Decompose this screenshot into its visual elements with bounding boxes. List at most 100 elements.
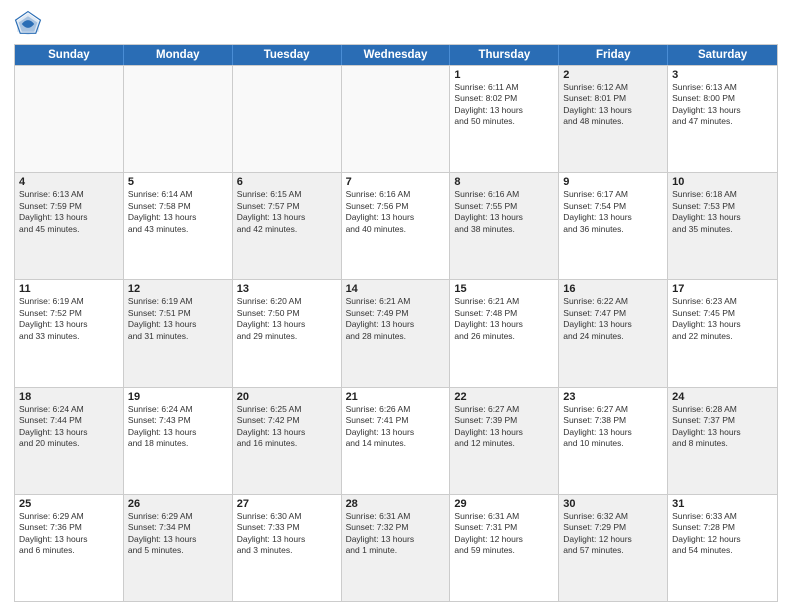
day-cell-30: 30Sunrise: 6:32 AM Sunset: 7:29 PM Dayli… bbox=[559, 495, 668, 601]
calendar-week-2: 4Sunrise: 6:13 AM Sunset: 7:59 PM Daylig… bbox=[15, 172, 777, 279]
day-info: Sunrise: 6:17 AM Sunset: 7:54 PM Dayligh… bbox=[563, 189, 663, 235]
day-cell-25: 25Sunrise: 6:29 AM Sunset: 7:36 PM Dayli… bbox=[15, 495, 124, 601]
day-number: 11 bbox=[19, 283, 119, 295]
day-info: Sunrise: 6:19 AM Sunset: 7:52 PM Dayligh… bbox=[19, 296, 119, 342]
header-day-sunday: Sunday bbox=[15, 45, 124, 65]
logo-icon bbox=[14, 10, 42, 38]
day-info: Sunrise: 6:16 AM Sunset: 7:55 PM Dayligh… bbox=[454, 189, 554, 235]
day-info: Sunrise: 6:32 AM Sunset: 7:29 PM Dayligh… bbox=[563, 511, 663, 557]
day-number: 18 bbox=[19, 391, 119, 403]
day-cell-31: 31Sunrise: 6:33 AM Sunset: 7:28 PM Dayli… bbox=[668, 495, 777, 601]
day-info: Sunrise: 6:12 AM Sunset: 8:01 PM Dayligh… bbox=[563, 82, 663, 128]
day-cell-21: 21Sunrise: 6:26 AM Sunset: 7:41 PM Dayli… bbox=[342, 388, 451, 494]
header-day-wednesday: Wednesday bbox=[342, 45, 451, 65]
day-number: 24 bbox=[672, 391, 773, 403]
day-info: Sunrise: 6:30 AM Sunset: 7:33 PM Dayligh… bbox=[237, 511, 337, 557]
logo bbox=[14, 10, 46, 38]
day-number: 19 bbox=[128, 391, 228, 403]
empty-cell bbox=[342, 66, 451, 172]
day-cell-19: 19Sunrise: 6:24 AM Sunset: 7:43 PM Dayli… bbox=[124, 388, 233, 494]
day-cell-1: 1Sunrise: 6:11 AM Sunset: 8:02 PM Daylig… bbox=[450, 66, 559, 172]
day-info: Sunrise: 6:21 AM Sunset: 7:49 PM Dayligh… bbox=[346, 296, 446, 342]
day-info: Sunrise: 6:20 AM Sunset: 7:50 PM Dayligh… bbox=[237, 296, 337, 342]
calendar-week-5: 25Sunrise: 6:29 AM Sunset: 7:36 PM Dayli… bbox=[15, 494, 777, 601]
day-number: 14 bbox=[346, 283, 446, 295]
day-info: Sunrise: 6:22 AM Sunset: 7:47 PM Dayligh… bbox=[563, 296, 663, 342]
day-cell-3: 3Sunrise: 6:13 AM Sunset: 8:00 PM Daylig… bbox=[668, 66, 777, 172]
day-number: 22 bbox=[454, 391, 554, 403]
empty-cell bbox=[15, 66, 124, 172]
day-info: Sunrise: 6:26 AM Sunset: 7:41 PM Dayligh… bbox=[346, 404, 446, 450]
day-cell-8: 8Sunrise: 6:16 AM Sunset: 7:55 PM Daylig… bbox=[450, 173, 559, 279]
day-info: Sunrise: 6:24 AM Sunset: 7:44 PM Dayligh… bbox=[19, 404, 119, 450]
calendar-header: SundayMondayTuesdayWednesdayThursdayFrid… bbox=[15, 45, 777, 65]
day-cell-18: 18Sunrise: 6:24 AM Sunset: 7:44 PM Dayli… bbox=[15, 388, 124, 494]
day-number: 12 bbox=[128, 283, 228, 295]
day-number: 7 bbox=[346, 176, 446, 188]
day-info: Sunrise: 6:18 AM Sunset: 7:53 PM Dayligh… bbox=[672, 189, 773, 235]
calendar-week-3: 11Sunrise: 6:19 AM Sunset: 7:52 PM Dayli… bbox=[15, 279, 777, 386]
day-info: Sunrise: 6:15 AM Sunset: 7:57 PM Dayligh… bbox=[237, 189, 337, 235]
day-number: 20 bbox=[237, 391, 337, 403]
day-number: 2 bbox=[563, 69, 663, 81]
day-info: Sunrise: 6:19 AM Sunset: 7:51 PM Dayligh… bbox=[128, 296, 228, 342]
day-cell-26: 26Sunrise: 6:29 AM Sunset: 7:34 PM Dayli… bbox=[124, 495, 233, 601]
day-cell-7: 7Sunrise: 6:16 AM Sunset: 7:56 PM Daylig… bbox=[342, 173, 451, 279]
day-cell-4: 4Sunrise: 6:13 AM Sunset: 7:59 PM Daylig… bbox=[15, 173, 124, 279]
day-cell-17: 17Sunrise: 6:23 AM Sunset: 7:45 PM Dayli… bbox=[668, 280, 777, 386]
day-number: 25 bbox=[19, 498, 119, 510]
day-number: 5 bbox=[128, 176, 228, 188]
day-info: Sunrise: 6:11 AM Sunset: 8:02 PM Dayligh… bbox=[454, 82, 554, 128]
day-info: Sunrise: 6:23 AM Sunset: 7:45 PM Dayligh… bbox=[672, 296, 773, 342]
calendar-week-4: 18Sunrise: 6:24 AM Sunset: 7:44 PM Dayli… bbox=[15, 387, 777, 494]
header-day-monday: Monday bbox=[124, 45, 233, 65]
day-number: 8 bbox=[454, 176, 554, 188]
header-day-thursday: Thursday bbox=[450, 45, 559, 65]
day-info: Sunrise: 6:27 AM Sunset: 7:39 PM Dayligh… bbox=[454, 404, 554, 450]
empty-cell bbox=[233, 66, 342, 172]
day-cell-15: 15Sunrise: 6:21 AM Sunset: 7:48 PM Dayli… bbox=[450, 280, 559, 386]
day-number: 28 bbox=[346, 498, 446, 510]
day-cell-9: 9Sunrise: 6:17 AM Sunset: 7:54 PM Daylig… bbox=[559, 173, 668, 279]
day-info: Sunrise: 6:24 AM Sunset: 7:43 PM Dayligh… bbox=[128, 404, 228, 450]
day-number: 10 bbox=[672, 176, 773, 188]
day-cell-29: 29Sunrise: 6:31 AM Sunset: 7:31 PM Dayli… bbox=[450, 495, 559, 601]
day-cell-22: 22Sunrise: 6:27 AM Sunset: 7:39 PM Dayli… bbox=[450, 388, 559, 494]
day-cell-13: 13Sunrise: 6:20 AM Sunset: 7:50 PM Dayli… bbox=[233, 280, 342, 386]
day-number: 29 bbox=[454, 498, 554, 510]
day-number: 30 bbox=[563, 498, 663, 510]
header-day-tuesday: Tuesday bbox=[233, 45, 342, 65]
header-day-friday: Friday bbox=[559, 45, 668, 65]
day-cell-6: 6Sunrise: 6:15 AM Sunset: 7:57 PM Daylig… bbox=[233, 173, 342, 279]
day-number: 1 bbox=[454, 69, 554, 81]
day-cell-14: 14Sunrise: 6:21 AM Sunset: 7:49 PM Dayli… bbox=[342, 280, 451, 386]
empty-cell bbox=[124, 66, 233, 172]
day-number: 6 bbox=[237, 176, 337, 188]
header-day-saturday: Saturday bbox=[668, 45, 777, 65]
day-number: 23 bbox=[563, 391, 663, 403]
day-cell-10: 10Sunrise: 6:18 AM Sunset: 7:53 PM Dayli… bbox=[668, 173, 777, 279]
day-number: 26 bbox=[128, 498, 228, 510]
day-cell-27: 27Sunrise: 6:30 AM Sunset: 7:33 PM Dayli… bbox=[233, 495, 342, 601]
page: SundayMondayTuesdayWednesdayThursdayFrid… bbox=[0, 0, 792, 612]
day-number: 21 bbox=[346, 391, 446, 403]
day-info: Sunrise: 6:16 AM Sunset: 7:56 PM Dayligh… bbox=[346, 189, 446, 235]
calendar-body: 1Sunrise: 6:11 AM Sunset: 8:02 PM Daylig… bbox=[15, 65, 777, 601]
day-cell-28: 28Sunrise: 6:31 AM Sunset: 7:32 PM Dayli… bbox=[342, 495, 451, 601]
day-info: Sunrise: 6:28 AM Sunset: 7:37 PM Dayligh… bbox=[672, 404, 773, 450]
day-info: Sunrise: 6:25 AM Sunset: 7:42 PM Dayligh… bbox=[237, 404, 337, 450]
day-info: Sunrise: 6:31 AM Sunset: 7:32 PM Dayligh… bbox=[346, 511, 446, 557]
day-info: Sunrise: 6:14 AM Sunset: 7:58 PM Dayligh… bbox=[128, 189, 228, 235]
day-number: 4 bbox=[19, 176, 119, 188]
day-number: 15 bbox=[454, 283, 554, 295]
day-info: Sunrise: 6:13 AM Sunset: 7:59 PM Dayligh… bbox=[19, 189, 119, 235]
day-cell-5: 5Sunrise: 6:14 AM Sunset: 7:58 PM Daylig… bbox=[124, 173, 233, 279]
day-number: 31 bbox=[672, 498, 773, 510]
day-info: Sunrise: 6:13 AM Sunset: 8:00 PM Dayligh… bbox=[672, 82, 773, 128]
day-info: Sunrise: 6:21 AM Sunset: 7:48 PM Dayligh… bbox=[454, 296, 554, 342]
day-number: 27 bbox=[237, 498, 337, 510]
header bbox=[14, 10, 778, 38]
day-cell-24: 24Sunrise: 6:28 AM Sunset: 7:37 PM Dayli… bbox=[668, 388, 777, 494]
day-cell-12: 12Sunrise: 6:19 AM Sunset: 7:51 PM Dayli… bbox=[124, 280, 233, 386]
day-cell-16: 16Sunrise: 6:22 AM Sunset: 7:47 PM Dayli… bbox=[559, 280, 668, 386]
